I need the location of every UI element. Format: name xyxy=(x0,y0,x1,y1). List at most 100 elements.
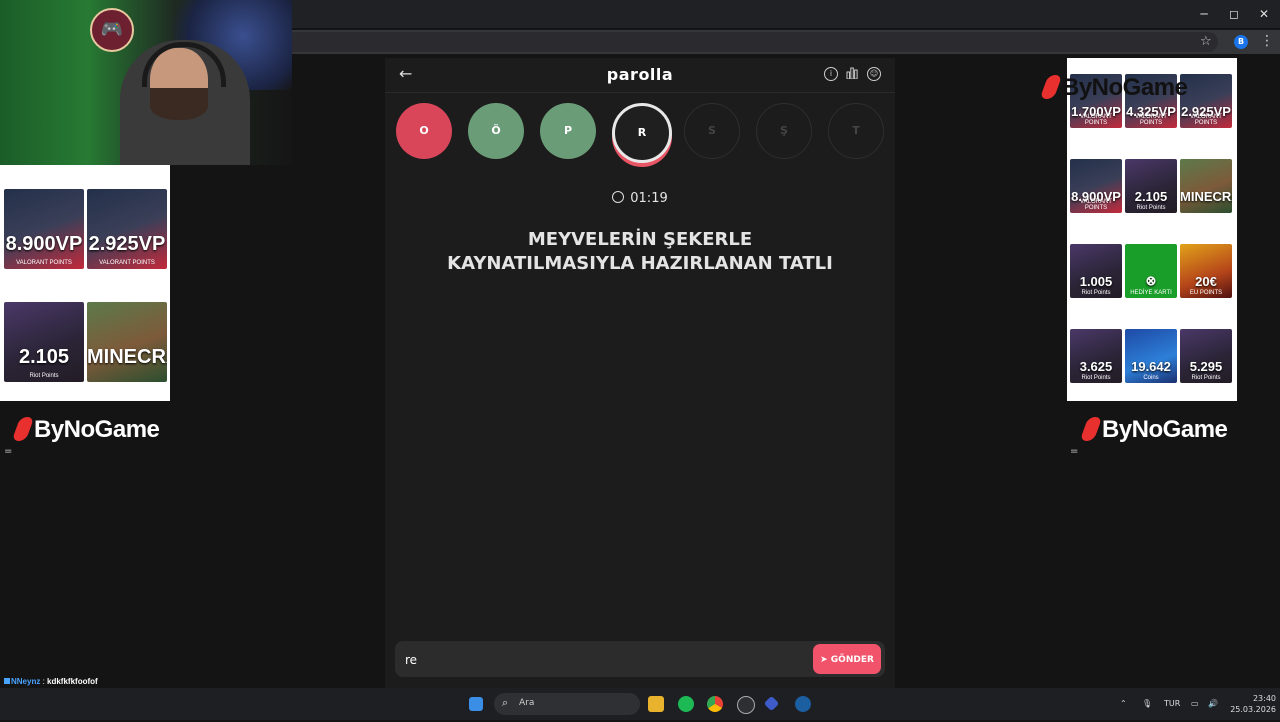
ad-tile-value: MINECRAFT xyxy=(87,346,167,369)
parolla-app: ← parolla i ☺ OÖPRSŞT 01:19 MEYVELERİN Ş… xyxy=(385,58,895,688)
tray-expand-icon[interactable]: ⌃ xyxy=(1120,699,1127,708)
info-icon[interactable]: i xyxy=(824,67,838,81)
network-icon[interactable]: ▭ xyxy=(1191,699,1199,708)
minimize-icon[interactable]: ─ xyxy=(1196,6,1212,22)
right-ad-panel: 1.700VP VALORANT POINTS 4.325VP VALORANT PO… xyxy=(1067,58,1237,401)
ad-tile-value: 2.105 xyxy=(1134,189,1168,205)
ad-tile-label: Coins xyxy=(1143,374,1159,381)
send-button[interactable]: ➤ GÖNDER xyxy=(813,644,881,674)
ad-tile-label: Riot Points xyxy=(1136,204,1166,211)
ad-tile[interactable]: 8.900VP VALORANT POINTS xyxy=(1070,159,1122,213)
ad-tile-label: VALORANT POINTS xyxy=(16,259,72,266)
maximize-icon[interactable]: ◻ xyxy=(1226,6,1242,22)
spotify-icon[interactable] xyxy=(678,696,694,712)
app-header: ← parolla i ☺ xyxy=(385,58,895,93)
letter-3: R xyxy=(612,103,672,163)
clock-time: 23:40 xyxy=(1252,694,1276,703)
letter-5: Ş xyxy=(756,103,812,159)
language-indicator[interactable]: TUR xyxy=(1164,699,1180,708)
ad-tile-label: VALORANT POINTS xyxy=(1135,113,1167,126)
ad-tile-value: 8.900VP xyxy=(5,233,83,256)
ad-tile-value: ⊗ xyxy=(1145,273,1157,289)
clock-date: 25.03.2026 xyxy=(1230,705,1276,714)
ad-tile-label: Riot Points xyxy=(1081,289,1111,296)
app-icon[interactable] xyxy=(763,695,780,712)
bynogame-logo-banner: ByNoGame xyxy=(1039,74,1188,102)
volume-icon[interactable]: 🔊 xyxy=(1208,699,1218,708)
profile-icon[interactable]: ☺ xyxy=(867,67,881,81)
ad-tile-label: VALORANT POINTS xyxy=(1080,113,1112,126)
ad-tile[interactable]: 8.900VP VALORANT POINTS xyxy=(4,189,84,269)
app-title: parolla xyxy=(606,65,674,84)
ad-tile[interactable]: MINECRAFT xyxy=(1180,159,1232,213)
ad-tile-label: Riot Points xyxy=(29,372,59,379)
ad-tile[interactable]: 3.625 Riot Points xyxy=(1070,329,1122,383)
answer-form: ➤ GÖNDER xyxy=(395,641,885,677)
bynogame-logo-left: ByNoGame xyxy=(11,416,160,444)
question-line-2: KAYNATILMASIYLA HAZIRLANAN TATLI xyxy=(447,253,833,274)
ad-tile-label: VALORANT POINTS xyxy=(1190,113,1222,126)
taskbar: ⌕ Ara ⌃ 🎙 TUR ▭ 🔊 23:40 25.03.2026 xyxy=(0,688,1280,720)
ad-tile-label: Riot Points xyxy=(1191,374,1221,381)
chat-separator: : xyxy=(40,677,48,686)
ad-tile-label: Riot Points xyxy=(1081,374,1111,381)
chat-badge-icon xyxy=(4,678,10,684)
ad-tile[interactable]: ⊗ HEDİYE KARTI xyxy=(1125,244,1177,298)
overlay-marker: = xyxy=(4,446,13,457)
bynogame-mark-icon xyxy=(1039,75,1063,99)
taskbar-search[interactable]: ⌕ Ara xyxy=(494,693,640,715)
ad-tile[interactable]: 2.105 Riot Points xyxy=(4,302,84,382)
letter-4: S xyxy=(684,103,740,159)
bynogame-mark-icon xyxy=(1079,417,1103,441)
channel-logo-icon: 🎮 xyxy=(90,8,134,52)
letter-6: T xyxy=(828,103,884,159)
bynogame-mark-icon xyxy=(11,417,35,441)
profile-avatar[interactable]: B xyxy=(1234,35,1248,49)
start-icon[interactable] xyxy=(469,697,483,711)
chat-text: kdkfkfkfoofof xyxy=(47,677,98,686)
ad-tile-value: 1.005 xyxy=(1079,274,1113,290)
stats-icon[interactable] xyxy=(846,67,858,80)
ad-tile[interactable]: 20€ EU POINTS xyxy=(1180,244,1232,298)
bynogame-logo-right: ByNoGame xyxy=(1079,416,1228,444)
streamer-beard xyxy=(150,88,208,120)
ad-tile-value: 2.105 xyxy=(18,346,70,369)
ad-tile[interactable]: 2.925VP VALORANT POINTS xyxy=(87,189,167,269)
letter-1: Ö xyxy=(468,103,524,159)
ad-tile-value: MINECRAFT xyxy=(1180,189,1232,205)
bookmark-star-icon[interactable]: ☆ xyxy=(1200,34,1212,49)
ad-tile[interactable]: 2.105 Riot Points xyxy=(1125,159,1177,213)
overlay-marker: = xyxy=(1070,446,1079,457)
file-explorer-icon[interactable] xyxy=(648,696,664,712)
steam-icon[interactable] xyxy=(795,696,811,712)
left-ad-panel: 8.900VP VALORANT POINTS 2.925VP VALORANT PO… xyxy=(0,165,170,401)
url-field[interactable] xyxy=(290,32,1218,52)
browser-menu-icon[interactable]: ⋮ xyxy=(1260,33,1274,49)
ad-tile[interactable]: 1.005 Riot Points xyxy=(1070,244,1122,298)
obs-icon[interactable] xyxy=(737,696,755,714)
ad-tile[interactable]: 19.642 Coins xyxy=(1125,329,1177,383)
chrome-icon[interactable] xyxy=(707,696,723,712)
timer: 01:19 xyxy=(385,191,895,206)
letter-0: O xyxy=(396,103,452,159)
timer-value: 01:19 xyxy=(630,191,668,206)
ad-tile[interactable]: 2.925VP VALORANT POINTS xyxy=(1180,74,1232,128)
address-bar xyxy=(290,30,1280,54)
ad-tile-label: HEDİYE KARTI xyxy=(1130,289,1172,296)
ad-tile-value: 3.625 xyxy=(1079,359,1113,375)
ad-tile[interactable]: MINECRAFT xyxy=(87,302,167,382)
chat-username: NNeynz xyxy=(11,677,41,686)
answer-input[interactable] xyxy=(403,649,807,671)
clock-icon xyxy=(612,191,625,203)
letter-2: P xyxy=(540,103,596,159)
system-clock[interactable]: 23:40 25.03.2026 xyxy=(1228,693,1276,715)
ad-tile-value: 19.642 xyxy=(1131,359,1171,375)
ad-tile-label: VALORANT POINTS xyxy=(99,259,155,266)
search-icon: ⌕ xyxy=(502,696,509,709)
close-icon[interactable]: ✕ xyxy=(1256,6,1272,22)
ad-tile-value: 20€ xyxy=(1195,274,1217,290)
question-text: MEYVELERİN ŞEKERLE KAYNATILMASIYLA HAZIR… xyxy=(425,228,855,276)
microphone-icon[interactable]: 🎙 xyxy=(1142,699,1152,708)
ad-tile-label: EU POINTS xyxy=(1189,289,1223,296)
ad-tile[interactable]: 5.295 Riot Points xyxy=(1180,329,1232,383)
